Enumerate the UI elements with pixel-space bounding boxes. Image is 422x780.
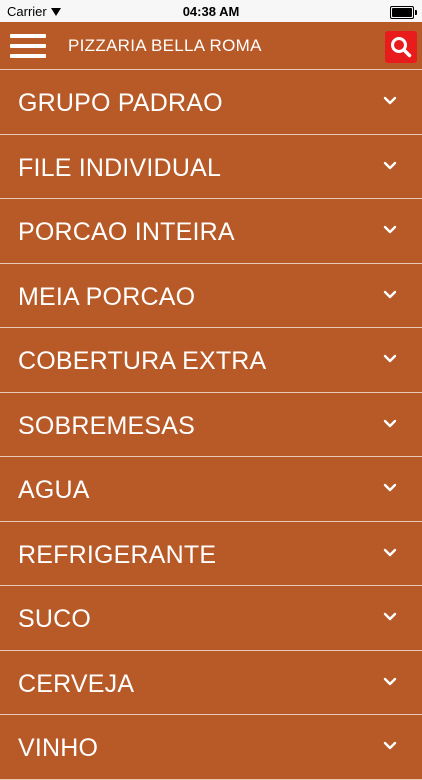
category-label: REFRIGERANTE (18, 540, 217, 569)
category-label: AGUA (18, 476, 90, 504)
search-icon (391, 37, 412, 58)
status-time: 04:38 AM (182, 4, 240, 19)
chevron-down-icon (383, 419, 397, 427)
chevron-down-icon (383, 225, 397, 234)
chevron-down-icon (383, 677, 397, 685)
app-title: PIZZARIA BELLA ROMA (68, 36, 262, 55)
category-label: COBERTURA EXTRA (18, 347, 267, 375)
category-item[interactable]: FILE INDIVIDUAL (0, 135, 422, 199)
category-item[interactable]: VINHO (0, 715, 422, 780)
chevron-down-icon (383, 96, 397, 105)
status-bar: Carrier 04:38 AM (0, 0, 422, 22)
category-label: VINHO (18, 734, 99, 762)
category-item[interactable]: PORCAO INTEIRA (0, 199, 422, 264)
chevron-down-icon (383, 612, 397, 621)
category-item[interactable]: COBERTURA EXTRA (0, 328, 422, 393)
chevron-down-icon (383, 483, 397, 492)
category-item[interactable]: SOBREMESAS (0, 393, 422, 457)
hamburger-menu-icon[interactable] (10, 34, 46, 58)
battery-icon (390, 6, 417, 19)
category-item[interactable]: SUCO (0, 586, 422, 651)
category-item[interactable]: CERVEJA (0, 651, 422, 715)
category-item[interactable]: REFRIGERANTE (0, 522, 422, 586)
category-label: GRUPO PADRAO (18, 89, 223, 117)
category-label: PORCAO INTEIRA (18, 218, 235, 246)
battery-fill (392, 8, 412, 17)
nav-bar: PIZZARIA BELLA ROMA (0, 22, 422, 70)
category-label: SUCO (18, 605, 92, 633)
category-label: FILE INDIVIDUAL (18, 153, 222, 182)
category-item[interactable]: GRUPO PADRAO (0, 70, 422, 135)
category-label: CERVEJA (18, 669, 135, 698)
category-item[interactable]: AGUA (0, 457, 422, 522)
chevron-down-icon (383, 161, 397, 169)
chevron-down-icon (383, 354, 397, 363)
category-item[interactable]: MEIA PORCAO (0, 264, 422, 328)
category-label: MEIA PORCAO (18, 282, 196, 311)
category-label: SOBREMESAS (18, 411, 196, 440)
chevron-down-icon (383, 548, 397, 556)
category-list: GRUPO PADRAO FILE INDIVIDUAL PORCAO INTE… (0, 70, 422, 780)
search-button[interactable] (385, 31, 417, 63)
chevron-down-icon (383, 290, 397, 298)
